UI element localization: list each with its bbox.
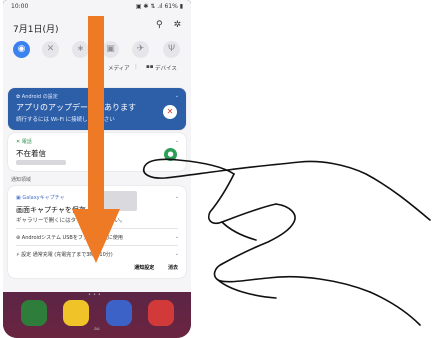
bluetooth-icon[interactable]: ∗	[72, 41, 89, 58]
carrier-label: au	[94, 327, 100, 332]
wifi-off-icon[interactable]: ✕	[163, 105, 177, 119]
dock-messages-app-icon[interactable]	[63, 300, 89, 326]
devices-button[interactable]: デバイス	[155, 64, 177, 72]
notification-header: ✿ Android の設定	[16, 94, 58, 100]
hand-illustration	[142, 158, 431, 326]
swipe-arrow-shaft	[88, 16, 104, 211]
mute-icon[interactable]: ✕	[42, 41, 59, 58]
notification-header: ▣ Galaxyキャプチャ	[16, 195, 65, 201]
qs-divider: |	[135, 64, 137, 70]
status-bar: 10:00 ▣ ✱ ⇅ .ıl 61% ▮	[11, 3, 183, 13]
date-label: 7月1日(月)	[13, 25, 59, 35]
page-indicator: •••	[88, 292, 103, 298]
swipe-arrow-head	[72, 209, 120, 263]
status-indicators: ▣ ✱ ⇅ .ıl 61% ▮	[135, 3, 183, 10]
wifi-icon[interactable]: ◉	[13, 41, 30, 58]
chevron-down-icon[interactable]: ⌄	[175, 93, 179, 99]
dock-phone-app-icon[interactable]	[21, 300, 47, 326]
notification-title: 不在着信	[16, 149, 46, 158]
flashlight-icon[interactable]: Ψ	[163, 41, 180, 58]
dock-browser-app-icon[interactable]	[106, 300, 132, 326]
section-label: 通知領域	[11, 177, 32, 183]
notification-header: ✕ 電話	[16, 139, 32, 145]
search-icon[interactable]: ⚲	[156, 20, 163, 30]
header-icons: ⚲ ✲	[148, 20, 181, 30]
status-time: 10:00	[11, 3, 29, 10]
media-button[interactable]: メディア	[108, 64, 130, 72]
chevron-down-icon[interactable]: ⌄	[175, 138, 179, 144]
rotate-icon[interactable]: ▣	[102, 41, 119, 58]
gear-icon[interactable]: ✲	[173, 20, 181, 30]
devices-icon: ▪▪	[146, 64, 154, 70]
notification-title: アプリのアップデートがあります	[16, 103, 136, 112]
airplane-icon[interactable]: ✈	[132, 41, 149, 58]
blurred-caller	[16, 160, 66, 165]
